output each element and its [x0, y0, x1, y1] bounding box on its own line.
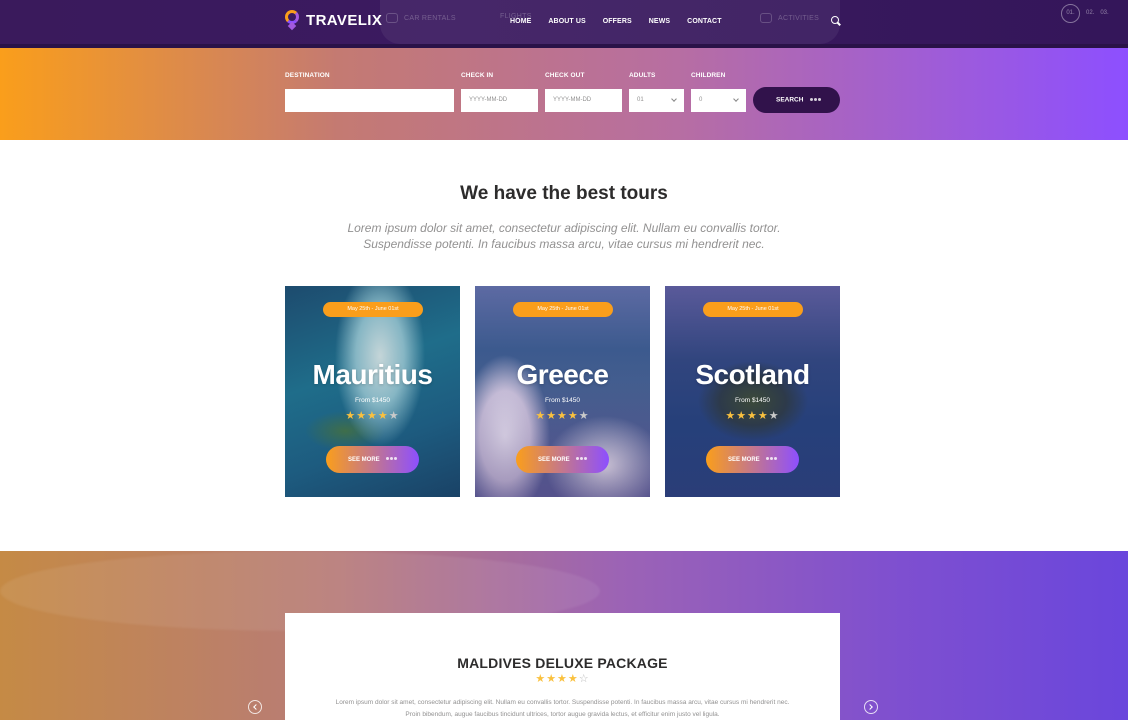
chevron-down-icon — [671, 96, 677, 102]
star-rating: ★★★★★ — [345, 410, 400, 422]
adults-select[interactable]: 01 — [629, 89, 684, 112]
tour-date-badge: May 25th - June 01st — [703, 302, 803, 317]
nav-offers[interactable]: OFFERS — [603, 18, 632, 25]
destination-input[interactable] — [285, 89, 454, 112]
star-rating: ★★★★★ — [535, 410, 590, 422]
ghost-tab-label: CAR RENTALS — [404, 14, 456, 22]
search-button-label: SEARCH — [776, 96, 804, 104]
nav-home[interactable]: HOME — [510, 18, 531, 25]
tour-card-greece[interactable]: May 25th - June 01st Greece From $1450 ★… — [475, 286, 650, 497]
main-nav: HOME ABOUT US OFFERS NEWS CONTACT — [510, 18, 739, 25]
slider-page-1[interactable]: 01. — [1061, 4, 1080, 23]
prev-slide-arrow-icon[interactable] — [248, 700, 262, 714]
car-icon — [386, 13, 398, 23]
tour-date-badge: May 25th - June 01st — [513, 302, 613, 317]
next-slide-arrow-icon[interactable] — [864, 700, 878, 714]
slider-page-3[interactable]: 03. — [1100, 4, 1108, 23]
logo[interactable]: TRAVELIX — [284, 10, 383, 31]
slider-page-2[interactable]: 02. — [1086, 4, 1094, 23]
ghost-tab-label: ACTIVITIES — [778, 14, 820, 22]
ghost-tab-car-rentals: CAR RENTALS — [386, 13, 456, 23]
dots-icon — [766, 446, 778, 473]
nav-contact[interactable]: CONTACT — [687, 18, 721, 25]
offer-section: MALDIVES DELUXE PACKAGE ★★★★☆ Lorem ipsu… — [0, 551, 1128, 720]
tour-name: Scotland — [695, 359, 810, 390]
check-out-label: CHECK OUT — [545, 72, 585, 79]
destination-label: DESTINATION — [285, 72, 330, 79]
tour-name: Greece — [516, 359, 609, 390]
search-button[interactable]: SEARCH — [753, 87, 840, 113]
activities-icon — [760, 13, 772, 23]
tour-price: From $1450 — [354, 397, 391, 404]
ghost-tab-activities: ACTIVITIES — [760, 13, 819, 23]
nav-about-us[interactable]: ABOUT US — [548, 18, 585, 25]
dots-icon — [576, 446, 588, 473]
search-bar: DESTINATION CHECK IN YYYY-MM-DD CHECK OU… — [0, 48, 1128, 140]
top-navigation-bar: CAR RENTALS FLIGHTS ACTIVITIES TRAVELIX … — [0, 0, 1128, 48]
adults-label: ADULTS — [629, 72, 656, 79]
offer-star-rating: ★★★★☆ — [535, 673, 590, 685]
see-more-label: SEE MORE — [348, 457, 380, 464]
see-more-button[interactable]: SEE MORE — [706, 446, 799, 473]
tour-card-mauritius[interactable]: May 25th - June 01st Mauritius From $145… — [285, 286, 460, 497]
offer-title: MALDIVES DELUXE PACKAGE — [457, 655, 668, 671]
tours-section-title: We have the best tours — [460, 183, 668, 204]
offer-card: MALDIVES DELUXE PACKAGE ★★★★☆ Lorem ipsu… — [285, 613, 840, 720]
tour-card-scotland[interactable]: May 25th - June 01st Scotland From $1450… — [665, 286, 840, 497]
star-rating: ★★★★★ — [725, 410, 780, 422]
children-label: CHILDREN — [691, 72, 726, 79]
check-in-label: CHECK IN — [461, 72, 494, 79]
see-more-button[interactable]: SEE MORE — [326, 446, 419, 473]
tour-price: From $1450 — [544, 397, 581, 404]
see-more-label: SEE MORE — [728, 457, 760, 464]
slider-pagination: 01. 02. 03. — [1061, 4, 1115, 23]
children-select[interactable]: 0 — [691, 89, 746, 112]
offer-description: Lorem ipsum dolor sit amet, consectetur … — [335, 699, 790, 718]
tour-price: From $1450 — [734, 397, 771, 404]
tours-section-subtitle: Lorem ipsum dolor sit amet, consectetur … — [347, 221, 781, 251]
chevron-down-icon — [733, 96, 739, 102]
see-more-label: SEE MORE — [538, 457, 570, 464]
adults-value: 01 — [637, 97, 644, 103]
dots-icon — [386, 446, 398, 473]
map-pin-icon — [284, 10, 301, 31]
check-out-input[interactable]: YYYY-MM-DD — [545, 89, 622, 112]
see-more-button[interactable]: SEE MORE — [516, 446, 609, 473]
search-icon[interactable] — [831, 16, 839, 24]
nav-news[interactable]: NEWS — [649, 18, 670, 25]
children-value: 0 — [699, 97, 703, 103]
logo-text: TRAVELIX — [306, 11, 383, 29]
dots-icon — [810, 87, 822, 113]
check-in-input[interactable]: YYYY-MM-DD — [461, 89, 538, 112]
tour-name: Mauritius — [312, 359, 433, 390]
tour-date-badge: May 25th - June 01st — [323, 302, 423, 317]
